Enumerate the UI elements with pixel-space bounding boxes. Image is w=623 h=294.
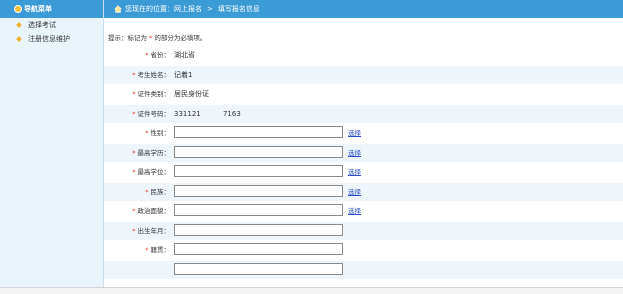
sidebar-title: 导航菜单	[24, 5, 52, 13]
required-star: *	[132, 109, 136, 118]
form-row-native-place: * 籍贯：	[104, 241, 623, 261]
field-label: * 性别：	[145, 129, 170, 137]
sidebar-header: 导航菜单	[0, 0, 103, 18]
native-place-input[interactable]	[174, 243, 343, 255]
form-row-id-number: * 证件号码： 331121 7163	[104, 104, 623, 124]
sidebar-item-label: 注册信息维护	[28, 35, 70, 43]
form-row-province: * 省份： 湖北省	[104, 46, 623, 66]
required-star: *	[132, 90, 136, 98]
required-star: *	[145, 187, 149, 196]
name-value: 记着1	[174, 70, 193, 79]
id-number-value: 331121 7163	[174, 109, 241, 118]
birth-date-input[interactable]	[174, 223, 343, 236]
form-row-ethnicity: * 民族： 选择	[104, 182, 623, 202]
field-label: * 民族：	[145, 187, 170, 196]
required-star: *	[145, 51, 149, 59]
form-row-partial	[104, 260, 623, 280]
tip-text-before: 提示：标记为	[108, 34, 147, 42]
province-value: 湖北省	[174, 51, 195, 59]
field-label: * 证件号码：	[132, 109, 170, 118]
sidebar-item-select-exam[interactable]: 选择考试	[0, 18, 103, 32]
breadcrumb: 您现在的位置：网上报名 > 填写报名信息	[104, 0, 623, 18]
home-icon	[114, 5, 122, 13]
field-label: * 籍贯：	[145, 246, 170, 254]
form-row-political-status: * 政治面貌： 选择	[104, 202, 623, 222]
gender-input[interactable]	[174, 126, 343, 138]
field-label: * 省份：	[145, 51, 170, 59]
field-label: * 政治面貌：	[132, 207, 170, 215]
tip-text-after: 的部分为必填项。	[154, 34, 207, 42]
sidebar-item-registration-info[interactable]: 注册信息维护	[0, 32, 103, 46]
required-star: *	[145, 129, 149, 137]
form-row-degree: * 最高学位： 选择	[104, 163, 623, 183]
required-star: *	[132, 70, 136, 79]
id-type-value: 居民身份证	[174, 90, 209, 98]
education-select-link[interactable]: 选择	[348, 144, 361, 162]
registration-form: * 省份： 湖北省 * 考生姓名： 记着1 * 证件类别： 居民身份证 * 证件号码： …	[104, 46, 623, 280]
form-row-birth-date: * 出生年月：	[104, 221, 623, 241]
ethnicity-select-link[interactable]: 选择	[348, 183, 361, 201]
tip-star: *	[149, 34, 153, 42]
bullet-icon	[16, 36, 22, 42]
sidebar-item-label: 选择考试	[28, 21, 56, 29]
required-tip: 提示：标记为 * 的部分为必填项。	[108, 32, 206, 42]
required-star: *	[132, 168, 136, 176]
field-label: * 最高学位：	[132, 168, 170, 176]
field-label: * 考生姓名：	[132, 70, 170, 79]
sidebar: 导航菜单 选择考试 注册信息维护	[0, 0, 104, 287]
breadcrumb-prefix: 您现在的位置：网上报名	[125, 5, 202, 13]
field-label: * 出生年月：	[132, 226, 170, 235]
form-row-name: * 考生姓名： 记着1	[104, 65, 623, 85]
menu-icon	[14, 5, 22, 13]
political-status-input[interactable]	[174, 204, 343, 216]
political-status-select-link[interactable]: 选择	[348, 202, 361, 220]
form-row-education: * 最高学历： 选择	[104, 143, 623, 163]
ethnicity-input[interactable]	[174, 184, 343, 197]
degree-input[interactable]	[174, 165, 343, 177]
required-star: *	[132, 148, 136, 157]
form-row-gender: * 性别： 选择	[104, 124, 623, 144]
required-star: *	[132, 226, 136, 235]
breadcrumb-current: 填写报名信息	[217, 5, 260, 13]
field-label: * 最高学历：	[132, 148, 170, 157]
form-row-id-type: * 证件类别： 居民身份证	[104, 85, 623, 105]
breadcrumb-separator: >	[207, 5, 213, 13]
field-label: * 证件类别：	[132, 90, 170, 98]
bullet-icon	[16, 22, 22, 28]
required-star: *	[132, 207, 136, 215]
required-star: *	[145, 246, 149, 254]
partial-input[interactable]	[174, 262, 343, 275]
education-input[interactable]	[174, 145, 343, 158]
degree-select-link[interactable]: 选择	[348, 163, 361, 181]
gender-select-link[interactable]: 选择	[348, 124, 361, 142]
